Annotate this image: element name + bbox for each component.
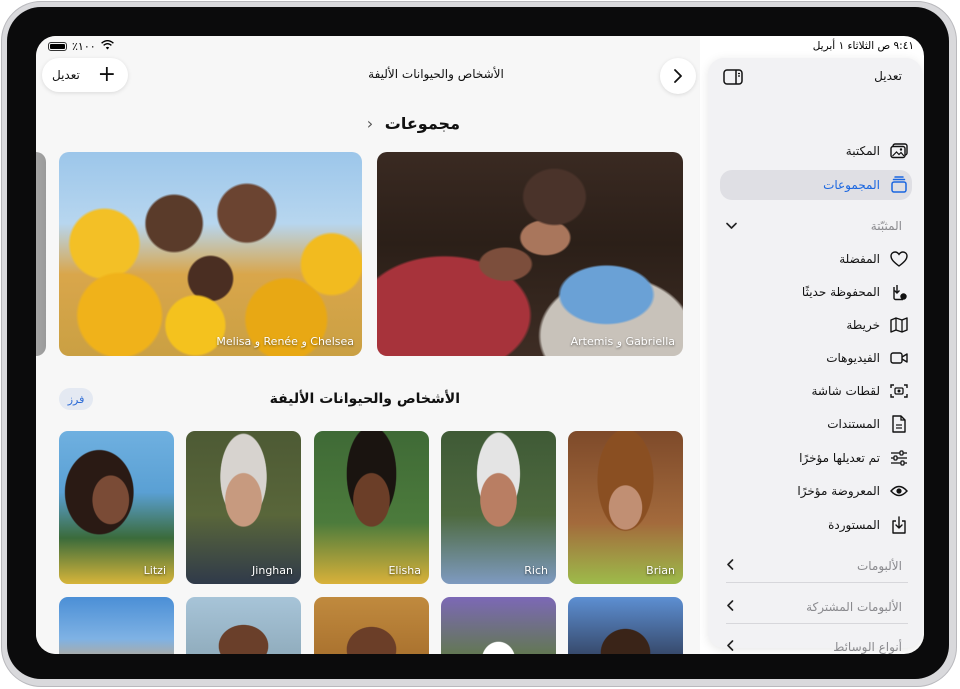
person-card-partial[interactable] <box>59 597 174 654</box>
chevron-left-icon <box>726 559 734 573</box>
sidebar-item-recently-viewed[interactable]: المعروضة مؤخرًا <box>797 476 908 506</box>
sidebar-item-label: المجموعات <box>823 178 880 192</box>
sidebar-item-label: المحفوظة حديثًا <box>801 285 880 299</box>
collections-icon <box>890 176 908 194</box>
sidebar-group-label: الألبومات <box>856 559 902 573</box>
sidebar-item-label: تم تعديلها مؤخرًا <box>799 451 880 465</box>
import-icon <box>890 516 908 534</box>
wifi-icon <box>100 40 114 53</box>
sidebar-item-videos[interactable]: الفيديوهات <box>826 343 908 373</box>
collection-card[interactable]: Chelsea و Renée و Melisa <box>59 152 362 356</box>
main-content: ٪١٠٠ تعديل + الأشخاص والحيوانات الأليفة … <box>36 36 700 654</box>
sidebar-item-label: المكتبة <box>845 144 880 158</box>
sidebar-group-label: أنواع الوسائط <box>833 640 902 654</box>
sidebar-item-label: خريطة <box>846 318 880 332</box>
person-card-partial[interactable] <box>568 597 683 654</box>
document-icon <box>890 415 908 433</box>
person-card-partial[interactable] <box>441 597 556 654</box>
sidebar-item-label: المعروضة مؤخرًا <box>797 484 880 498</box>
collections-heading-label: مجموعات <box>384 114 460 133</box>
sidebar-item-label: لقطات شاشة <box>811 384 880 398</box>
sidebar-edit-button[interactable]: تعديل <box>874 69 902 83</box>
battery-percent: ٪١٠٠ <box>72 40 96 53</box>
chevron-left-icon <box>726 640 734 654</box>
sidebar-item-label: المستوردة <box>828 518 880 532</box>
photo-library-icon <box>890 142 908 160</box>
forward-button[interactable] <box>660 58 696 94</box>
sidebar-group-media-types[interactable]: أنواع الوسائط <box>726 635 902 654</box>
map-icon <box>890 316 908 334</box>
person-name: Rich <box>524 564 548 577</box>
collection-card[interactable]: Gabriella و Artemis <box>377 152 683 356</box>
chevron-left-icon <box>726 600 734 614</box>
sidebar-group-pinned[interactable]: المثبّتة <box>726 214 902 238</box>
chevron-right-icon <box>674 69 682 83</box>
person-card[interactable]: Elisha <box>314 431 429 584</box>
person-card-partial[interactable] <box>314 597 429 654</box>
collection-card-label: Gabriella و Artemis <box>570 335 675 348</box>
sidebar-item-collections[interactable]: المجموعات <box>720 170 912 200</box>
sidebar-group-label: الألبومات المشتركة <box>806 600 902 614</box>
sidebar-item-recently-edited[interactable]: تم تعديلها مؤخرًا <box>799 443 908 473</box>
screenshot-icon <box>890 382 908 400</box>
sliders-icon <box>890 449 908 467</box>
heart-icon <box>890 250 908 268</box>
person-card[interactable]: Brian <box>568 431 683 584</box>
sidebar-item-label: المستندات <box>827 417 880 431</box>
collections-heading[interactable]: مجموعات ‹ <box>367 114 460 133</box>
person-card[interactable]: Jinghan <box>186 431 301 584</box>
person-name: Litzi <box>143 564 166 577</box>
sidebar-group-shared-albums[interactable]: الألبومات المشتركة <box>726 595 902 619</box>
chevron-down-icon <box>726 219 737 233</box>
recently-saved-icon <box>890 283 908 301</box>
chevron-left-icon: ‹ <box>366 114 374 133</box>
sidebar-group-label: المثبّتة <box>870 219 902 233</box>
sidebar-item-favorites[interactable]: المفضلة <box>839 244 908 274</box>
eye-icon <box>890 482 908 500</box>
status-bar: ٪١٠٠ <box>36 36 924 58</box>
status-time-date: ٩:٤١ ص الثلاثاء ١ أبريل <box>812 40 914 52</box>
sidebar: تعديل المكتبة المجموعات المثبّتة المفضلة… <box>708 58 922 654</box>
collection-card-label: Chelsea و Renée و Melisa <box>216 335 354 348</box>
person-card[interactable]: Litzi <box>59 431 174 584</box>
person-name: Brian <box>646 564 675 577</box>
person-card-partial[interactable] <box>186 597 301 654</box>
sidebar-item-imports[interactable]: المستوردة <box>828 510 908 540</box>
sidebar-item-recently-saved[interactable]: المحفوظة حديثًا <box>802 277 908 307</box>
battery-icon <box>48 42 67 51</box>
person-name: Elisha <box>388 564 421 577</box>
sidebar-item-screenshots[interactable]: لقطات شاشة <box>811 376 908 406</box>
sidebar-item-label: الفيديوهات <box>826 351 880 365</box>
video-icon <box>890 349 908 367</box>
sidebar-item-label: المفضلة <box>839 252 880 266</box>
sort-button[interactable]: فرز <box>59 388 93 410</box>
person-card[interactable]: Rich <box>441 431 556 584</box>
status-left: ٪١٠٠ <box>48 40 114 53</box>
sidebar-group-albums[interactable]: الألبومات <box>726 554 902 578</box>
screen: ٪١٠٠ تعديل + الأشخاص والحيوانات الأليفة … <box>36 36 924 654</box>
divider <box>726 582 908 583</box>
collection-card-partial[interactable] <box>36 152 46 356</box>
sidebar-item-map[interactable]: خريطة <box>846 310 908 340</box>
person-name: Jinghan <box>252 564 293 577</box>
divider <box>726 623 908 624</box>
people-heading: الأشخاص والحيوانات الأليفة <box>269 391 460 407</box>
sidebar-item-documents[interactable]: المستندات <box>827 409 908 439</box>
sidebar-toggle-icon[interactable] <box>723 69 743 85</box>
sidebar-item-library[interactable]: المكتبة <box>846 136 908 166</box>
